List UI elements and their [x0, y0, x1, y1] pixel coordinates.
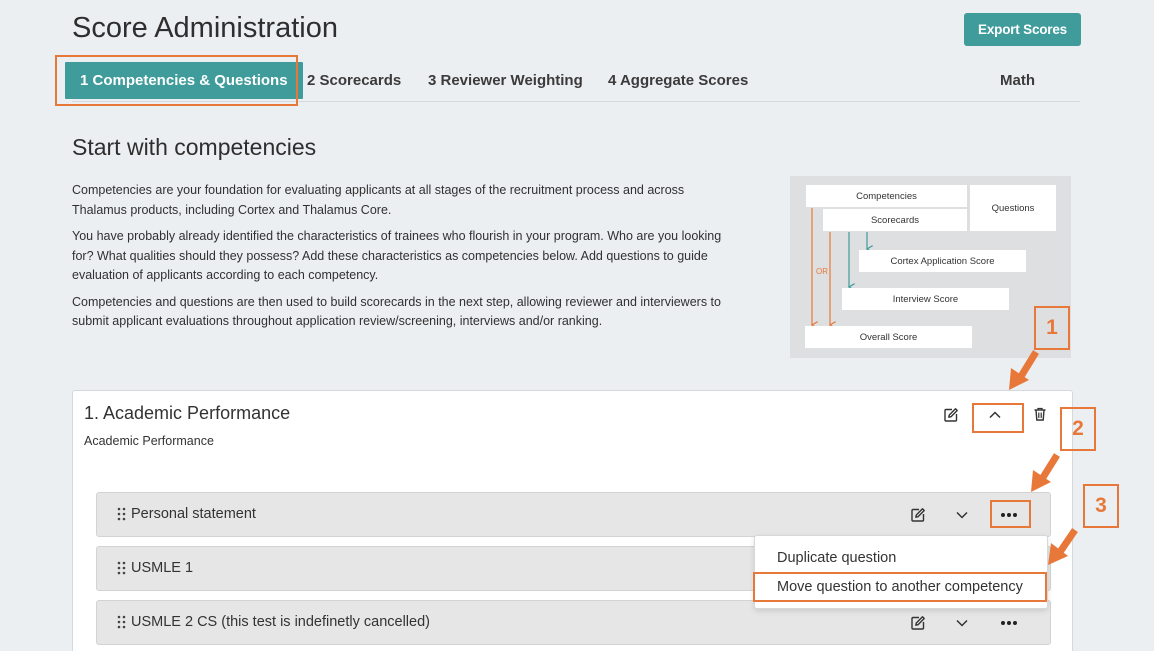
expand-question-button[interactable]	[950, 611, 974, 635]
highlight-box-tab	[55, 55, 298, 106]
menu-item-duplicate-question[interactable]: Duplicate question	[777, 550, 896, 566]
delete-competency-button[interactable]	[1028, 402, 1052, 426]
intro-paragraph: Competencies are your foundation for eva…	[72, 183, 685, 217]
edit-competency-button[interactable]	[939, 403, 963, 427]
edit-icon	[911, 616, 925, 630]
trash-icon	[1034, 407, 1046, 421]
tab-reviewer-weighting[interactable]: 3 Reviewer Weighting	[428, 62, 583, 99]
diagram-cortex-score: Cortex Application Score	[859, 250, 1026, 272]
intro-paragraph: You have probably already identified the…	[72, 229, 722, 282]
expand-question-button[interactable]	[950, 503, 974, 527]
highlight-box-collapse	[972, 403, 1024, 433]
section-title: Start with competencies	[72, 134, 317, 160]
callout-1: 1	[1034, 306, 1070, 350]
diagram-scorecards: Scorecards	[823, 209, 967, 231]
edit-question-button[interactable]	[906, 611, 930, 635]
diagram-questions: Questions	[970, 185, 1056, 231]
question-label: USMLE 2 CS (this test is indefinetly can…	[131, 614, 430, 630]
diagram-competencies: Competencies	[806, 185, 967, 207]
edit-icon	[944, 408, 958, 422]
drag-handle-icon[interactable]	[117, 561, 126, 575]
drag-handle-icon[interactable]	[117, 615, 126, 629]
export-scores-button[interactable]: Export Scores	[964, 13, 1081, 46]
competency-title: 1. Academic Performance	[84, 403, 291, 423]
edit-icon	[911, 508, 925, 522]
question-label: Personal statement	[131, 506, 256, 522]
question-row: Personal statement	[96, 492, 1051, 537]
callout-3: 3	[1083, 484, 1119, 528]
more-icon	[1001, 621, 1017, 625]
callout-2: 2	[1060, 407, 1096, 451]
question-label: USMLE 1	[131, 560, 194, 576]
competency-description: Academic Performance	[84, 434, 214, 448]
highlight-box-move	[753, 572, 1047, 602]
scoring-diagram: OR Competencies Scorecards Questions Cor…	[790, 176, 1071, 358]
intro-text: Competencies are your foundation for eva…	[72, 181, 742, 339]
edit-question-button[interactable]	[906, 503, 930, 527]
intro-paragraph: Competencies and questions are then used…	[72, 294, 721, 329]
chevron-down-icon	[956, 619, 968, 627]
highlight-box-options	[990, 500, 1031, 528]
page-title: Score Administration	[72, 12, 338, 44]
question-options-button[interactable]	[997, 611, 1021, 635]
diagram-overall-score: Overall Score	[805, 326, 972, 348]
tab-aggregate-scores[interactable]: 4 Aggregate Scores	[608, 62, 748, 99]
tab-math[interactable]: Math	[1000, 62, 1035, 99]
diagram-interview-score: Interview Score	[842, 288, 1009, 310]
competency-card: 1. Academic Performance Academic Perform…	[72, 390, 1073, 651]
chevron-down-icon	[956, 511, 968, 519]
drag-handle-icon[interactable]	[117, 507, 126, 521]
tab-scorecards[interactable]: 2 Scorecards	[307, 62, 401, 99]
diagram-or-label: OR	[816, 267, 828, 276]
